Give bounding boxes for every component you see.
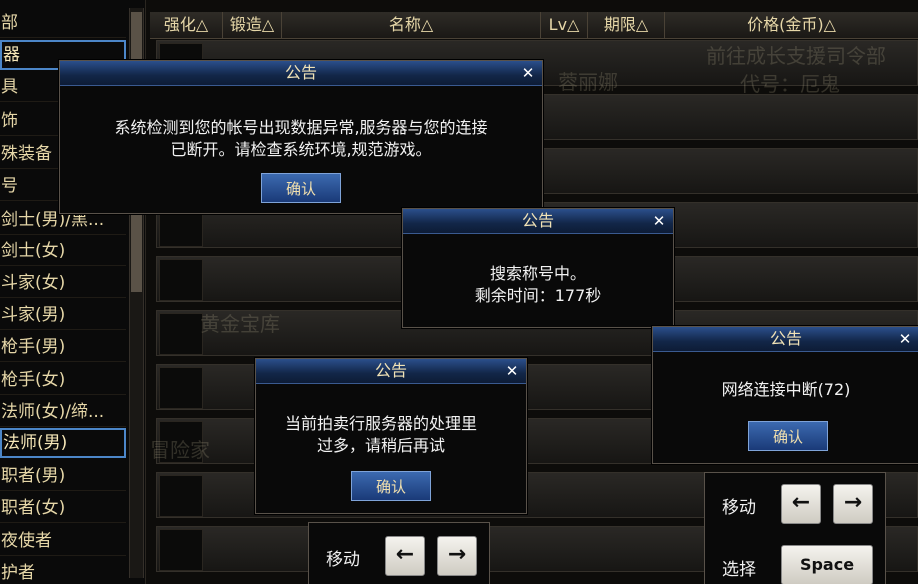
notice-dialog-disconnect: 公告 ✕ 系统检测到您的帐号出现数据异常,服务器与您的连接 已断开。请检查系统环… [59, 60, 543, 214]
dialog-message: 当前拍卖行服务器的处理里 过多，请稍后再试 [284, 414, 477, 455]
table-header: 强化△ 锻造△ 名称△ Lv△ 期限△ 价格(金币)△ [150, 12, 918, 39]
close-icon[interactable]: ✕ [897, 327, 913, 351]
dialog-title: 公告 [60, 61, 542, 86]
notice-dialog-auction-busy: 公告 ✕ 当前拍卖行服务器的处理里 过多，请稍后再试 确认 [255, 358, 527, 514]
header-forge[interactable]: 锻造△ [223, 12, 282, 38]
header-level[interactable]: Lv△ [541, 12, 588, 38]
item-slot [159, 475, 203, 517]
header-enhance[interactable]: 强化△ [150, 12, 223, 38]
space-key[interactable]: Space [781, 545, 873, 584]
arrow-right-key[interactable]: → [437, 536, 477, 576]
dialog-title: 公告 [403, 209, 673, 234]
ghost-text: 黄金宝库 [200, 312, 280, 336]
auction-house-screen: 强化△ 锻造△ 名称△ Lv△ 期限△ 价格(金币)△ 前往成长支援司令部 代号… [0, 0, 918, 584]
category-item-selected[interactable]: 法师(男) [0, 428, 126, 458]
category-item[interactable]: 部 [0, 8, 126, 38]
move-label: 移动 [326, 550, 360, 570]
category-item[interactable]: 夜使者 [0, 526, 126, 556]
close-icon[interactable]: ✕ [520, 61, 536, 85]
notice-dialog-network: 公告 ✕ 网络连接中断(72) 确认 [652, 326, 918, 464]
key-hint-panel: 移动 ← → [308, 522, 490, 584]
notice-dialog-search: 公告 ✕ 搜索称号中。 剩余时间：177秒 [402, 208, 674, 328]
item-slot [159, 529, 203, 571]
ghost-text: 冒险家 [150, 438, 210, 462]
select-label: 选择 [722, 560, 756, 580]
arrow-left-key[interactable]: ← [385, 536, 425, 576]
category-item[interactable]: 护者 [0, 558, 126, 584]
close-icon[interactable]: ✕ [651, 209, 667, 233]
dialog-message: 网络连接中断(72) [721, 380, 851, 399]
header-price[interactable]: 价格(金币)△ [665, 12, 918, 38]
item-slot [159, 313, 203, 355]
category-item[interactable]: 职者(女) [0, 493, 126, 523]
dialog-message: 系统检测到您的帐号出现数据异常,服务器与您的连接 已断开。请检查系统环境,规范游… [114, 118, 488, 159]
category-item[interactable]: 斗家(女) [0, 268, 126, 298]
category-item[interactable]: 法师(女)/缔... [0, 397, 126, 427]
ghost-text: 代号：厄鬼 [740, 72, 840, 96]
header-name[interactable]: 名称△ [282, 12, 541, 38]
close-icon[interactable]: ✕ [504, 359, 520, 383]
category-item[interactable]: 枪手(女) [0, 365, 126, 395]
category-item[interactable]: 斗家(男) [0, 300, 126, 330]
dialog-title: 公告 [653, 327, 918, 352]
confirm-button[interactable]: 确认 [748, 421, 828, 451]
ghost-text: 蓉丽娜 [558, 70, 618, 94]
item-slot [159, 259, 203, 301]
arrow-right-key[interactable]: → [833, 484, 873, 524]
category-item[interactable]: 枪手(男) [0, 332, 126, 362]
key-hint-panel: 移动 ← → 选择 Space [704, 472, 886, 584]
dialog-message: 搜索称号中。 剩余时间：177秒 [474, 264, 602, 305]
item-slot [159, 367, 203, 409]
category-item[interactable]: 剑士(女) [0, 236, 126, 266]
confirm-button[interactable]: 确认 [261, 173, 341, 203]
dialog-title: 公告 [256, 359, 526, 384]
category-item[interactable]: 职者(男) [0, 461, 126, 491]
ghost-text: 前往成长支援司令部 [706, 44, 886, 68]
move-label: 移动 [722, 498, 756, 518]
confirm-button[interactable]: 确认 [351, 471, 431, 501]
header-expiry[interactable]: 期限△ [588, 12, 665, 38]
arrow-left-key[interactable]: ← [781, 484, 821, 524]
